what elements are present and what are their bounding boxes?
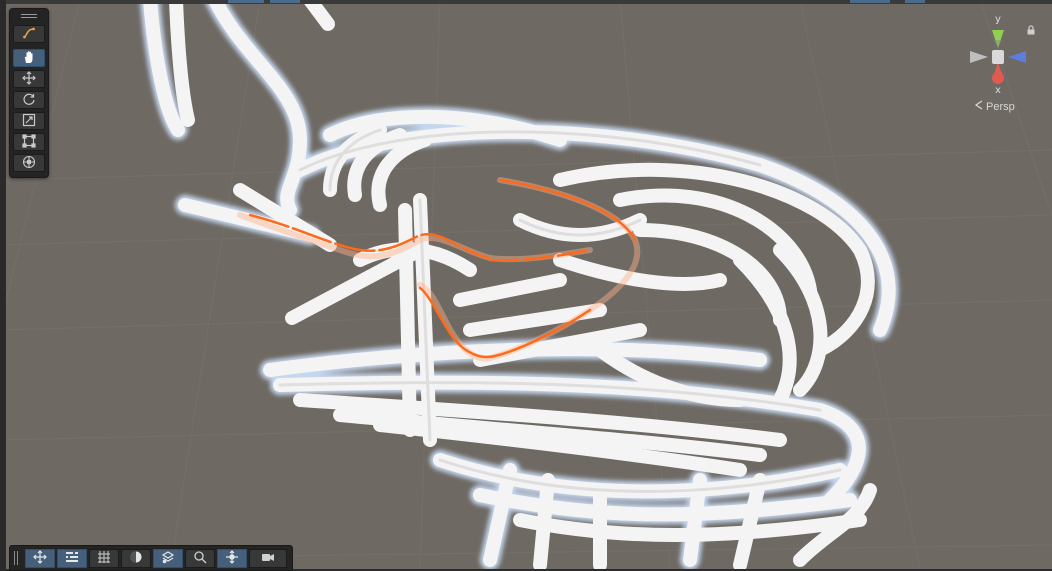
overlay-layers-button[interactable] [153, 549, 183, 568]
gizmo-x-label: x [995, 85, 1001, 96]
overlay-grid-button[interactable] [89, 549, 119, 568]
pivot-icon [225, 549, 239, 568]
projection-label: Persp [986, 100, 1015, 113]
overlay-pivot-button[interactable] [217, 549, 247, 568]
rect-tool-button[interactable] [13, 133, 45, 151]
grid-icon [97, 549, 111, 568]
move-tool-button[interactable] [13, 70, 45, 88]
overlay-settings-button[interactable] [57, 549, 87, 568]
overlay-toolbar-grip[interactable] [14, 551, 19, 565]
zoom-icon [193, 549, 207, 568]
settings-sliders-icon [65, 549, 79, 568]
view-tool-button[interactable] [13, 25, 45, 43]
rotate-tool-icon [22, 91, 36, 110]
overlay-camera-button[interactable] [249, 549, 287, 568]
lock-icon[interactable] [1026, 20, 1036, 35]
left-panel-edge [0, 0, 6, 569]
top-toolbar-strip [0, 0, 1052, 4]
hand-tool-button[interactable] [13, 49, 45, 67]
gizmo-z-axis[interactable] [1008, 51, 1026, 63]
rect-tool-icon [22, 133, 36, 152]
move-handle-icon [33, 549, 47, 568]
tool-palette [9, 8, 49, 178]
gizmo-neg-x-axis[interactable] [970, 51, 988, 63]
gizmo-center-cube[interactable] [992, 50, 1004, 64]
gizmo-neg-y-axis[interactable] [994, 40, 1002, 48]
overlay-move-button[interactable] [25, 549, 55, 568]
chevron-left-icon [974, 100, 984, 113]
overlay-zoom-button[interactable] [185, 549, 215, 568]
transform-tool-button[interactable] [13, 154, 45, 172]
gizmo-x-axis[interactable] [992, 62, 1004, 84]
move-tool-icon [22, 70, 36, 89]
gizmo-y-label: y [995, 14, 1001, 25]
overlay-toolbar [9, 545, 293, 571]
scene-viewport[interactable] [0, 0, 1052, 569]
hand-tool-icon [22, 49, 36, 68]
camera-icon [261, 549, 275, 568]
scale-tool-button[interactable] [13, 112, 45, 130]
overlay-shading-button[interactable] [121, 549, 151, 568]
scale-tool-icon [22, 112, 36, 131]
transform-tool-icon [22, 154, 36, 173]
shading-icon [129, 549, 143, 568]
view-tool-icon [22, 25, 36, 44]
tool-palette-grip[interactable] [21, 13, 37, 19]
rotate-tool-button[interactable] [13, 91, 45, 109]
layers-icon [161, 549, 175, 568]
projection-toggle[interactable]: Persp [974, 100, 1015, 113]
